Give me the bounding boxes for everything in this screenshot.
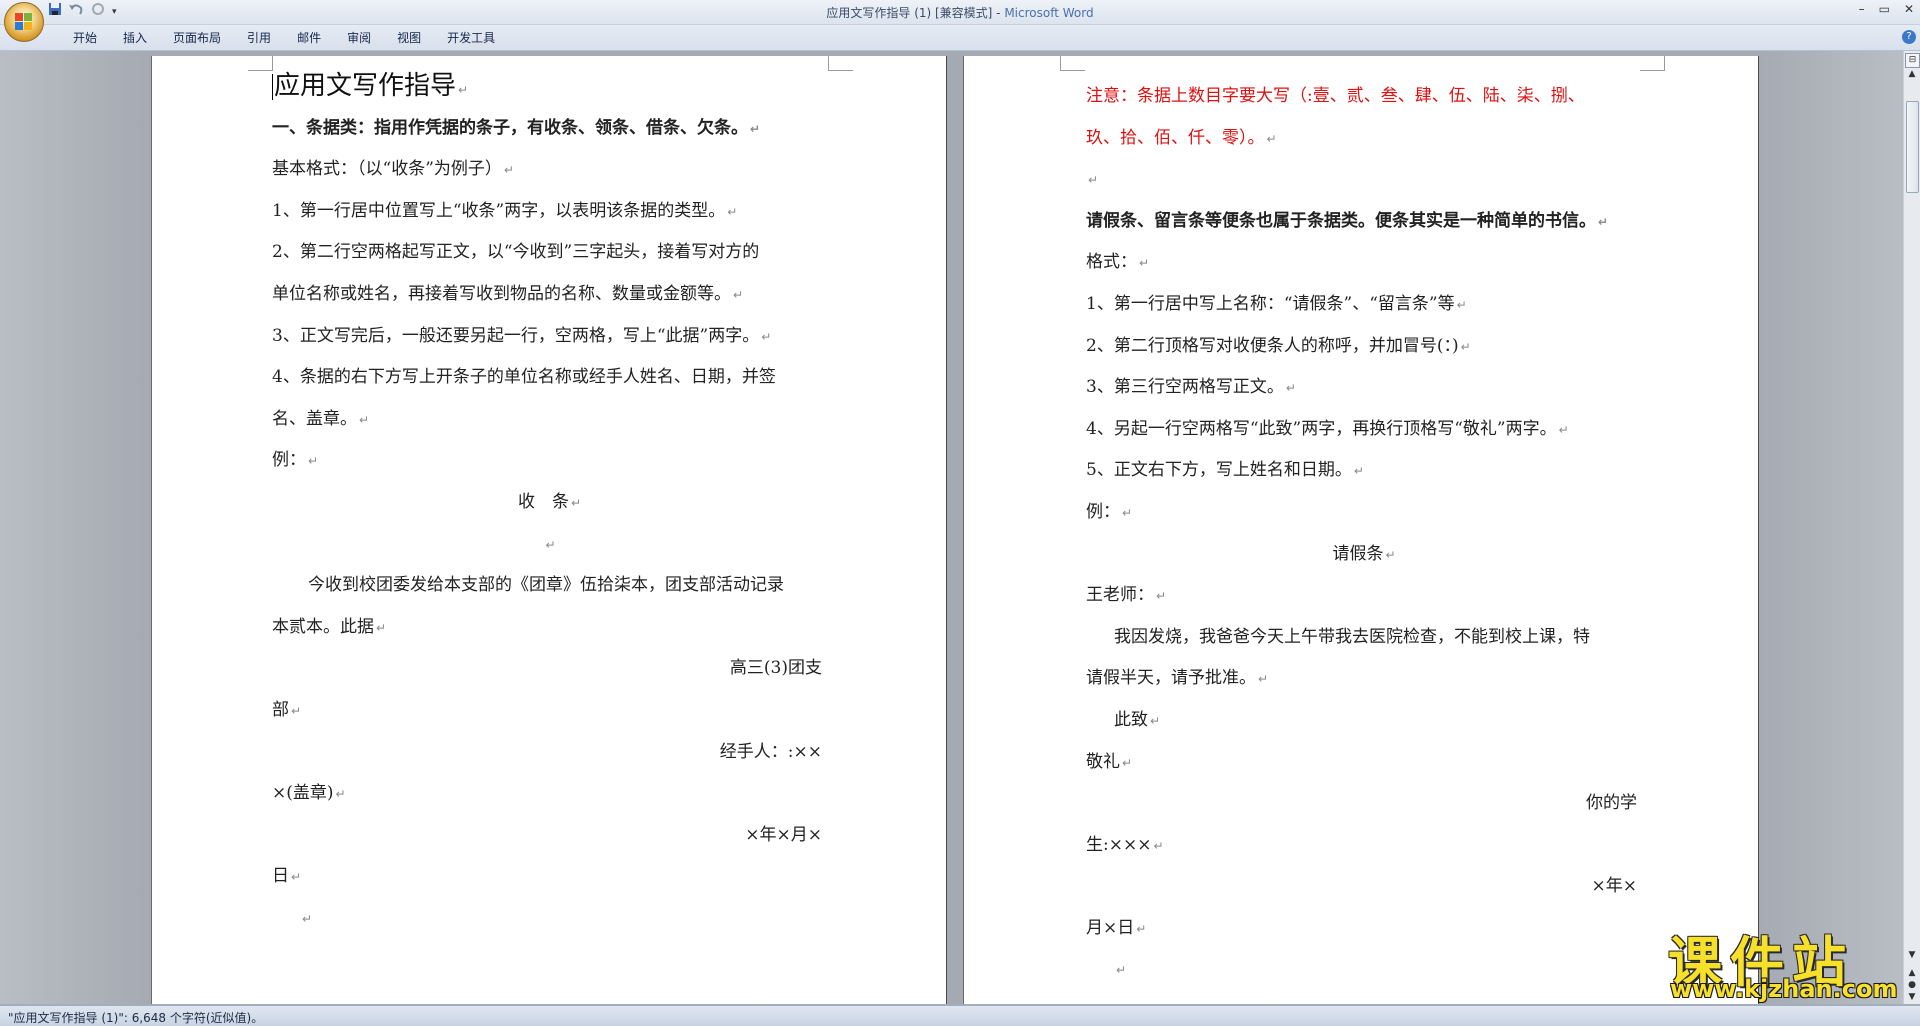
tab-home[interactable]: 开始 <box>60 30 110 46</box>
crop-mark <box>248 56 273 71</box>
paragraph: 我因发烧，我爸爸今天上午带我去医院检查，不能到校上课，特 <box>1114 626 1590 647</box>
paragraph: 1、第一行居中位置写上“收条”两字，以表明该条据的类型。 ↵ <box>272 200 738 221</box>
scroll-up-icon[interactable]: ▲ <box>1905 69 1919 83</box>
office-logo-icon <box>15 13 33 31</box>
minimize-button[interactable]: – <box>1859 2 1865 16</box>
signature-line: 经手人：:×× <box>719 741 822 762</box>
signature-line: 高三(3)团支 <box>729 658 822 679</box>
paragraph: 敬礼 ↵ <box>1086 751 1133 772</box>
empty-paragraph: ↵ <box>1088 173 1099 188</box>
vertical-scrollbar[interactable]: ⊟ ▲ ▼ ▲ ● ▼ <box>1903 51 1920 1004</box>
page-left-body[interactable]: 应用文写作指导 ↵ 一、条据类：指用作凭据的条子，有收条、领条、借条、欠条。 ↵ 基… <box>272 66 827 939</box>
paragraph: 部 ↵ <box>272 699 302 720</box>
paragraph: 1、第一行居中写上名称：“请假条”、“留言条”等 ↵ <box>1086 293 1467 314</box>
page-right[interactable]: 注意：条据上数目字要大写（:壹、贰、叁、肆、伍、陆、柒、捌、 玖、拾、佰、仟、零… <box>964 56 1758 1004</box>
site-watermark: 课件站 www.kjzhan.com <box>1668 924 1908 1003</box>
document-area: 应用文写作指导 ↵ 一、条据类：指用作凭据的条子，有收条、领条、借条、欠条。 ↵ 基… <box>0 51 1904 1004</box>
application-name: Microsoft Word <box>1004 6 1094 20</box>
paragraph: 请假半天，请予批准。 ↵ <box>1086 668 1269 689</box>
paragraph: 生:××× ↵ <box>1086 834 1164 855</box>
paragraph: 例： ↵ <box>1086 501 1133 522</box>
paragraph: 月×日 ↵ <box>1086 917 1147 938</box>
paragraph: 4、另起一行空两格写“此致”两字，再换行顶格写“敬礼”两字。 ↵ <box>1086 418 1569 439</box>
tab-mailings[interactable]: 邮件 <box>284 30 334 46</box>
tab-page-layout[interactable]: 页面布局 <box>160 30 234 46</box>
paragraph: 名、盖章。 ↵ <box>272 408 370 429</box>
document-heading: 应用文写作指导 ↵ <box>272 71 469 101</box>
paragraph: 4、条据的右下方写上开条子的单位名称或经手人姓名、日期，并签 <box>272 367 776 388</box>
tab-review[interactable]: 审阅 <box>334 30 384 46</box>
tab-insert[interactable]: 插入 <box>110 30 160 46</box>
empty-paragraph: ↵ <box>1116 963 1127 978</box>
signature-line: 你的学 <box>1586 793 1637 814</box>
paragraph: 本贰本。此据 ↵ <box>272 616 387 637</box>
office-button[interactable] <box>4 2 44 42</box>
ribbon: 开始 插入 页面布局 引用 邮件 审阅 视图 开发工具 ? <box>0 25 1920 51</box>
crop-mark <box>1060 56 1085 71</box>
paragraph: 3、正文写完后，一般还要另起一行，空两格，写上“此据”两字。 ↵ <box>272 325 772 346</box>
scroll-thumb[interactable] <box>1906 101 1919 193</box>
paragraph: 今收到校团委发给本支部的《团章》伍拾柒本，团支部活动记录 <box>308 575 784 596</box>
status-bar: "应用文写作指导 (1)": 6,648 个字符(近似值)。 <box>0 1005 1920 1026</box>
example-title: 请假条 ↵ <box>1332 543 1396 564</box>
paragraph: 5、正文右下方，写上姓名和日期。 ↵ <box>1086 460 1364 481</box>
next-page-icon[interactable]: ▼ <box>1907 992 1917 1002</box>
empty-paragraph: ↵ <box>545 537 556 552</box>
paragraph: 例： ↵ <box>272 450 319 471</box>
ruler-toggle-icon[interactable]: ⊟ <box>1905 53 1920 68</box>
help-icon[interactable]: ? <box>1902 30 1916 44</box>
paragraph: 基本格式：（以“收条”为例子） ↵ <box>272 159 514 180</box>
paragraph: 2、第二行顶格写对收便条人的称呼，并加冒号(：) ↵ <box>1086 335 1471 356</box>
title-bar: ▾ 应用文写作指导 (1) [兼容模式] - Microsoft Word – … <box>0 0 1920 42</box>
select-browse-object-icon[interactable]: ● <box>1907 980 1917 990</box>
paragraph-note: 玖、拾、佰、仟、零）。 ↵ <box>1086 127 1277 148</box>
close-button[interactable]: ✕ <box>1904 2 1914 16</box>
tab-developer[interactable]: 开发工具 <box>434 30 508 46</box>
paragraph: 一、条据类：指用作凭据的条子，有收条、领条、借条、欠条。 ↵ <box>272 117 761 138</box>
page-left[interactable]: 应用文写作指导 ↵ 一、条据类：指用作凭据的条子，有收条、领条、借条、欠条。 ↵ 基… <box>152 56 946 1004</box>
date-line: ×年×月× <box>745 824 822 845</box>
example-title: 收 条 ↵ <box>517 491 582 512</box>
date-line: ×年× <box>1591 876 1638 897</box>
crop-mark <box>1640 56 1665 71</box>
tab-references[interactable]: 引用 <box>234 30 284 46</box>
document-title: 应用文写作指导 (1) [兼容模式] - <box>826 6 1005 20</box>
text-cursor <box>272 73 273 100</box>
paragraph: 此致 ↵ <box>1114 709 1161 730</box>
maximize-button[interactable]: ▭ <box>1879 2 1890 16</box>
empty-paragraph: ↵ <box>302 911 313 926</box>
paragraph: 2、第二行空两格起写正文，以“今收到”三字起头，接着写对方的 <box>272 242 760 263</box>
paragraph: 格式： ↵ <box>1086 252 1150 273</box>
watermark-url: www.kjzhan.com <box>1670 975 1898 1003</box>
paragraph: 王老师： ↵ <box>1086 585 1167 606</box>
previous-page-icon[interactable]: ▲ <box>1907 968 1917 978</box>
window-title: 应用文写作指导 (1) [兼容模式] - Microsoft Word <box>0 4 1920 21</box>
ribbon-tabs: 开始 插入 页面布局 引用 邮件 审阅 视图 开发工具 <box>60 30 508 46</box>
paragraph: 单位名称或姓名，再接着写收到物品的名称、数量或金额等。 ↵ <box>272 283 744 304</box>
window-controls: – ▭ ✕ <box>1859 2 1914 16</box>
paragraph: 3、第三行空两格写正文。 ↵ <box>1086 377 1296 398</box>
page-right-body[interactable]: 注意：条据上数目字要大写（:壹、贰、叁、肆、伍、陆、柒、捌、 玖、拾、佰、仟、零… <box>1086 76 1642 991</box>
crop-mark <box>828 56 853 71</box>
paragraph: 日 ↵ <box>272 866 302 887</box>
paragraph-note: 注意：条据上数目字要大写（:壹、贰、叁、肆、伍、陆、柒、捌、 <box>1086 86 1585 106</box>
status-word-count[interactable]: "应用文写作指导 (1)": 6,648 个字符(近似值)。 <box>8 1009 263 1026</box>
paragraph: 请假条、留言条等便条也属于条据类。便条其实是一种简单的书信。 ↵ <box>1086 210 1609 231</box>
paragraph: ×(盖章) ↵ <box>272 783 346 804</box>
tab-view[interactable]: 视图 <box>384 30 434 46</box>
